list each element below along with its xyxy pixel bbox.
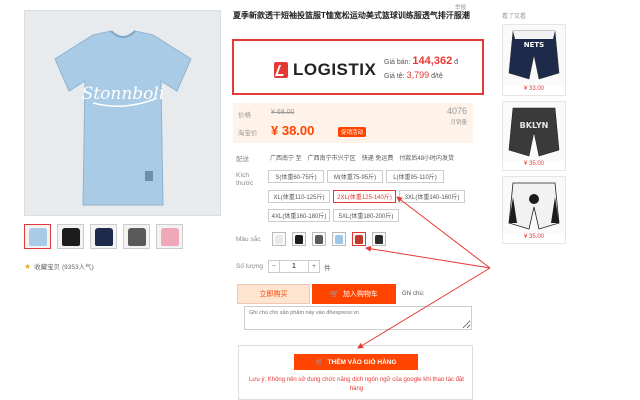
color-option-1[interactable]: [272, 232, 286, 246]
original-price-label: 价格: [238, 112, 251, 119]
related-price-3: ¥ 35.00: [503, 234, 565, 243]
svg-text:NETS: NETS: [524, 41, 544, 49]
add-to-cart-vn-label: THÊM VÀO GIỎ HÀNG: [327, 358, 397, 366]
cny-unit: đ/tệ: [431, 73, 443, 80]
logistix-brand: LOGISTIX: [293, 60, 377, 79]
related-price-2: ¥ 35.00: [503, 161, 565, 170]
cny-rate-label: Giá tệ:: [384, 73, 405, 80]
shorts-image: NETS: [508, 30, 560, 80]
size-option-5xl[interactable]: 5XL(体重180-200斤): [333, 209, 399, 222]
vnd-price: 144,362: [412, 55, 453, 67]
star-icon: ★: [24, 261, 32, 271]
logistix-price-box: LOGISTIX Giá bán: 144,362 đ Giá tệ: 3,79…: [232, 39, 484, 95]
size-option-2xl[interactable]: 2XL(体重125-140斤): [333, 190, 396, 203]
thumbnail-2[interactable]: [57, 224, 84, 249]
original-price: ¥ 68.00: [271, 109, 295, 116]
shipping-info: 广西南宁 至 广西南宁市兴宁区 快递 免运费 付款后48小时内发货: [270, 153, 454, 162]
thumbnail-5[interactable]: [156, 224, 183, 249]
color-option-5[interactable]: [352, 232, 366, 246]
note-label: Ghi chú:: [402, 291, 425, 297]
color-option-6[interactable]: [372, 232, 386, 246]
converted-prices: Giá bán: 144,362 đ Giá tệ: 3,799 đ/tệ: [384, 55, 458, 83]
increase-button[interactable]: +: [308, 260, 320, 273]
size-option-xl[interactable]: XL(体重110-125斤): [268, 190, 330, 203]
promo-price-label: 淘宝价: [238, 130, 258, 137]
color-option-4[interactable]: [332, 232, 346, 246]
quantity-unit: 件: [324, 264, 331, 272]
ship-time: 付款后48小时内发货: [399, 156, 455, 162]
add-to-cart-label: 加入购物车: [342, 291, 378, 298]
arrow-to-color: [365, 245, 491, 269]
sidebar-title: 看了又看: [502, 14, 527, 20]
size-option-4xl[interactable]: 4XL(体重160-180斤): [268, 209, 330, 222]
size-option-m[interactable]: M(体重75-95斤): [327, 170, 383, 183]
size-option-l[interactable]: L(体重95-110斤): [386, 170, 444, 183]
thumbnail-4[interactable]: [123, 224, 150, 249]
ship-from: 广西南宁 至: [270, 156, 302, 162]
ship-fee: 快递 免运费: [361, 156, 394, 162]
monthly-sales-count: 4076: [446, 106, 467, 116]
color-label: Màu sắc: [236, 236, 261, 243]
quantity-stepper: − + 件: [268, 260, 331, 273]
thumbnail-strip: [24, 224, 183, 249]
thumbnail-3[interactable]: [90, 224, 117, 249]
buy-now-button[interactable]: 立即购买: [237, 284, 310, 304]
size-option-3xl[interactable]: 3XL(体重140-160斤): [399, 190, 465, 203]
vnd-unit: đ: [454, 59, 459, 66]
thumbnail-1[interactable]: [24, 224, 51, 249]
color-option-2[interactable]: [292, 232, 306, 246]
svg-text:Stonnboli: Stonnboli: [82, 84, 165, 104]
size-option-s[interactable]: S(体重60-75斤): [268, 170, 324, 183]
quantity-label: Số lượng: [236, 263, 264, 270]
size-label: Kích thước: [236, 172, 254, 187]
color-option-3[interactable]: [312, 232, 326, 246]
add-to-cart-vn-button[interactable]: 🛒 THÊM VÀO GIỎ HÀNG: [294, 354, 418, 370]
related-product-2[interactable]: BKLYN ¥ 35.00: [502, 101, 566, 171]
favorites-label: 收藏宝贝 (9353人气): [34, 264, 94, 271]
add-to-cart-panel: 🛒 THÊM VÀO GIỎ HÀNG Lưu ý: Không nên sử …: [238, 345, 473, 400]
decrease-button[interactable]: −: [268, 260, 280, 273]
related-price-1: ¥ 33.00: [503, 86, 565, 95]
add-to-cart-button[interactable]: 🛒 加入购物车: [312, 284, 396, 304]
cart-icon: 🛒: [330, 291, 339, 298]
shorts-image: [508, 182, 560, 230]
promo-badge[interactable]: 促销活动: [338, 127, 367, 137]
cny-rate: 3,799: [406, 70, 430, 80]
related-product-3[interactable]: ¥ 35.00: [502, 176, 566, 244]
shorts-image: BKLYN: [508, 107, 560, 157]
tshirt-image: Stonnboli: [54, 30, 192, 206]
logistix-logo-icon: [274, 62, 288, 78]
svg-text:BKLYN: BKLYN: [520, 121, 549, 130]
promo-price: ¥ 38.00: [271, 123, 315, 138]
translation-warning: Lưu ý: Không nên sử dụng chức năng dịch …: [249, 377, 464, 392]
ship-to-select[interactable]: 广西南宁市兴宁区: [308, 153, 356, 162]
note-field[interactable]: [244, 306, 472, 330]
cart-icon: 🛒: [315, 359, 324, 366]
related-product-1[interactable]: NETS ¥ 33.00: [502, 24, 566, 96]
quantity-input[interactable]: [280, 260, 308, 273]
vnd-price-label: Giá bán:: [384, 59, 411, 66]
price-panel: 价格 ¥ 68.00 淘宝价 ¥ 38.00 促销活动 4076 月销量: [233, 103, 473, 143]
main-product-image: Stonnboli: [24, 10, 221, 216]
arrow-to-size: [396, 196, 491, 269]
logistix-logo: LOGISTIX: [274, 60, 376, 80]
product-title: 夏季新款透干短袖投篮服T恤宽松运动美式篮球训练服透气排汗服潮: [233, 11, 470, 20]
shipping-label: 配送: [236, 156, 249, 163]
monthly-sales-label: 月销量: [450, 120, 467, 126]
favorites-link[interactable]: ★ 收藏宝贝 (9353人气): [24, 261, 94, 272]
